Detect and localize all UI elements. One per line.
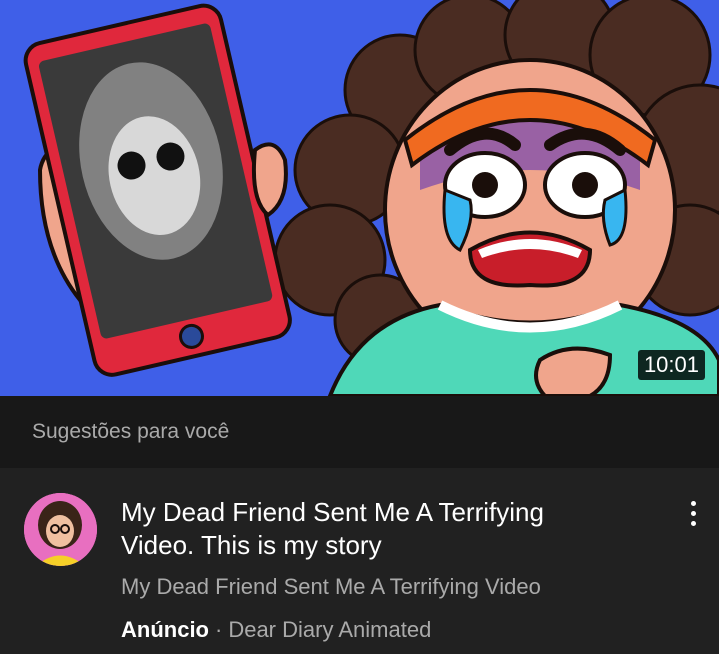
channel-avatar[interactable] (24, 493, 97, 566)
video-thumbnail[interactable]: 10:01 (0, 0, 719, 396)
ad-card[interactable]: My Dead Friend Sent Me A Terrifying Vide… (0, 468, 719, 654)
video-duration-badge: 10:01 (637, 350, 705, 380)
suggestions-title: Sugestões para você (32, 420, 230, 443)
more-dot (690, 501, 696, 506)
meta-separator: · (215, 617, 223, 642)
avatar-illustration (24, 493, 97, 566)
more-dot (690, 521, 696, 526)
suggestions-header: Sugestões para você (0, 396, 719, 468)
ad-badge: Anúncio (121, 617, 209, 642)
channel-name[interactable]: Dear Diary Animated (228, 617, 431, 642)
ad-title[interactable]: My Dead Friend Sent Me A Terrifying Vide… (121, 496, 621, 562)
ad-meta: Anúncio · Dear Diary Animated (121, 616, 431, 644)
thumbnail-illustration (23, 0, 719, 396)
ad-subtitle: My Dead Friend Sent Me A Terrifying Vide… (121, 574, 541, 599)
more-vert-icon[interactable] (681, 498, 705, 532)
more-dot (690, 511, 696, 516)
